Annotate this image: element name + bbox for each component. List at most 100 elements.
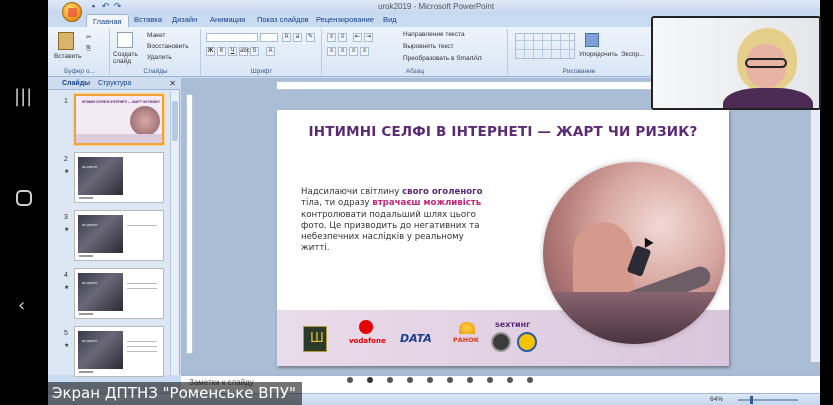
smartart-button[interactable]: Преобразовать в SmartArt xyxy=(403,55,482,62)
slide-body-text[interactable]: Надсилаючи світлину свого оголеного тіла… xyxy=(301,187,491,255)
new-slide-icon[interactable] xyxy=(117,32,133,48)
tab-view[interactable]: Вид xyxy=(383,15,397,24)
font-color-icon[interactable]: A xyxy=(266,47,275,56)
align-center-icon[interactable]: ≡ xyxy=(338,47,347,56)
paste-icon[interactable] xyxy=(58,32,74,50)
thumbnail-band xyxy=(76,134,162,143)
shadow-icon[interactable]: S xyxy=(250,47,259,56)
undo-icon[interactable]: ↶ xyxy=(100,1,111,12)
decrease-indent-icon[interactable]: ⇤ xyxy=(353,33,362,42)
page-dot[interactable] xyxy=(367,377,373,383)
page-dot[interactable] xyxy=(527,377,533,383)
bullets-icon[interactable]: ≡ xyxy=(327,33,336,42)
tab-home[interactable]: Главная xyxy=(86,14,129,28)
page-dot[interactable] xyxy=(347,377,353,383)
increase-indent-icon[interactable]: ⇥ xyxy=(364,33,373,42)
current-slide[interactable]: ІНТИМНІ СЕЛФІ В ІНТЕРНЕТІ — ЖАРТ ЧИ РИЗИ… xyxy=(277,110,729,366)
text-direction-button[interactable]: Направление текста xyxy=(403,31,465,38)
scrollbar-thumb[interactable] xyxy=(172,101,178,141)
slide-thumbnail-4[interactable]: ЯК ДІЯТИ? xyxy=(74,268,164,319)
slide-number: 5 xyxy=(64,330,68,337)
italic-icon[interactable]: К xyxy=(217,47,226,56)
tab-slideshow[interactable]: Показ слайдов xyxy=(257,15,309,24)
thumbnail-footer xyxy=(79,255,93,257)
new-slide-button[interactable]: Создать слайд xyxy=(113,51,143,65)
group-slides: Создать слайд Макет Восстановить Удалить… xyxy=(111,29,201,75)
vertical-ruler xyxy=(186,94,193,354)
justify-icon[interactable]: ≡ xyxy=(360,47,369,56)
page-dot[interactable] xyxy=(467,377,473,383)
editor-scrollbar[interactable] xyxy=(810,92,820,362)
emblem-logo: Ш xyxy=(303,326,327,352)
tab-animation[interactable]: Анимация xyxy=(210,15,245,24)
office-button[interactable] xyxy=(62,2,82,22)
drawing-group-label: Рисование xyxy=(562,68,596,75)
arrange-button[interactable]: Упорядочить xyxy=(579,51,618,58)
zoom-level[interactable]: 64% xyxy=(710,396,723,403)
page-dot[interactable] xyxy=(487,377,493,383)
back-icon[interactable]: ‹ xyxy=(18,295,25,316)
close-icon[interactable]: ✕ xyxy=(169,79,176,88)
window-title: urok2019 - Microsoft PowerPoint xyxy=(378,2,495,11)
arrange-icon[interactable] xyxy=(585,33,599,47)
delete-button[interactable]: Удалить xyxy=(147,54,172,61)
home-icon[interactable] xyxy=(16,190,32,206)
sexting-wordmark: sexтинг xyxy=(495,320,531,329)
page-dot[interactable] xyxy=(387,377,393,383)
thumbnail-title: ЯК ДІЯТИ? xyxy=(82,281,98,285)
tab-slides[interactable]: Слайды xyxy=(62,80,90,87)
align-left-icon[interactable]: ≡ xyxy=(327,47,336,56)
slide-thumbnail-2[interactable]: ЯК ДІЯТИ? xyxy=(74,152,164,203)
slide-photo[interactable] xyxy=(543,162,725,344)
align-text-button[interactable]: Выровнять текст xyxy=(403,43,454,50)
tab-outline[interactable]: Структура xyxy=(98,80,131,87)
reset-button[interactable]: Восстановить xyxy=(147,43,189,50)
font-name-box[interactable] xyxy=(206,33,258,42)
grow-font-icon[interactable]: A xyxy=(282,33,291,42)
quick-styles-button[interactable]: Экспр... xyxy=(621,51,644,58)
copy-icon[interactable]: ⎘ xyxy=(86,45,91,53)
zoom-slider[interactable] xyxy=(738,399,798,401)
slide-thumbnail-3[interactable]: ЯК ДІЯТИ? xyxy=(74,210,164,261)
slide-title[interactable]: ІНТИМНІ СЕЛФІ В ІНТЕРНЕТІ — ЖАРТ ЧИ РИЗИ… xyxy=(277,124,729,140)
paste-button[interactable]: Вставить xyxy=(54,53,82,60)
vodafone-logo: vodafone xyxy=(349,320,386,356)
layout-button[interactable]: Макет xyxy=(147,32,165,39)
slide-number: 4 xyxy=(64,272,68,279)
save-icon[interactable]: ▪ xyxy=(88,1,99,12)
clear-format-icon[interactable]: ✎ xyxy=(306,33,315,42)
pane-scrollbar[interactable] xyxy=(170,91,179,375)
bold-icon[interactable]: Ж xyxy=(206,47,215,56)
shrink-font-icon[interactable]: a xyxy=(293,33,302,42)
underline-icon[interactable]: Ч xyxy=(228,47,237,56)
numbering-icon[interactable]: ≡ xyxy=(338,33,347,42)
page-dot[interactable] xyxy=(407,377,413,383)
page-dot[interactable] xyxy=(427,377,433,383)
redo-icon[interactable]: ↷ xyxy=(112,1,123,12)
slide-editing-area: ІНТИМНІ СЕЛФІ В ІНТЕРНЕТІ — ЖАРТ ЧИ РИЗИ… xyxy=(181,78,820,375)
font-size-box[interactable] xyxy=(260,33,278,42)
body-text: контролювати подальший шлях цього фото. … xyxy=(301,209,480,254)
thumbnail-image: ЯК ДІЯТИ? xyxy=(78,157,123,195)
page-dot[interactable] xyxy=(447,377,453,383)
shapes-gallery[interactable] xyxy=(515,33,575,59)
slide-thumbnail-1[interactable]: ІНТИМНІ СЕЛФІ В ІНТЕРНЕТІ — ЖАРТ ЧИ РИЗИ… xyxy=(74,94,164,145)
recent-apps-icon[interactable]: ||| xyxy=(14,86,32,107)
thumbnail-footer xyxy=(79,197,93,199)
title-bar: ▪ ↶ ↷ urok2019 - Microsoft PowerPoint xyxy=(48,0,820,14)
tab-design[interactable]: Дизайн xyxy=(172,15,197,24)
slides-pane: Слайды Структура ✕ 1 ІНТИМНІ СЕЛФІ В ІНТ… xyxy=(48,78,180,377)
highlight-text: свого оголеного xyxy=(402,187,483,197)
sexting-logo: sexтинг xyxy=(491,320,541,360)
thumbnail-title: ЯК ДІЯТИ? xyxy=(82,165,98,169)
strikethrough-icon[interactable]: abc xyxy=(239,47,250,56)
zoom-slider-knob[interactable] xyxy=(750,396,753,404)
data-logo: DATA xyxy=(400,327,436,349)
align-right-icon[interactable]: ≡ xyxy=(349,47,358,56)
vodafone-wordmark: vodafone xyxy=(349,337,386,345)
slide-thumbnail-5[interactable]: ЯК ДІЯТИ? xyxy=(74,326,164,377)
page-dot[interactable] xyxy=(507,377,513,383)
tab-insert[interactable]: Вставка xyxy=(134,15,162,24)
cut-icon[interactable]: ✂ xyxy=(86,33,91,41)
tab-review[interactable]: Рецензирование xyxy=(316,15,374,24)
